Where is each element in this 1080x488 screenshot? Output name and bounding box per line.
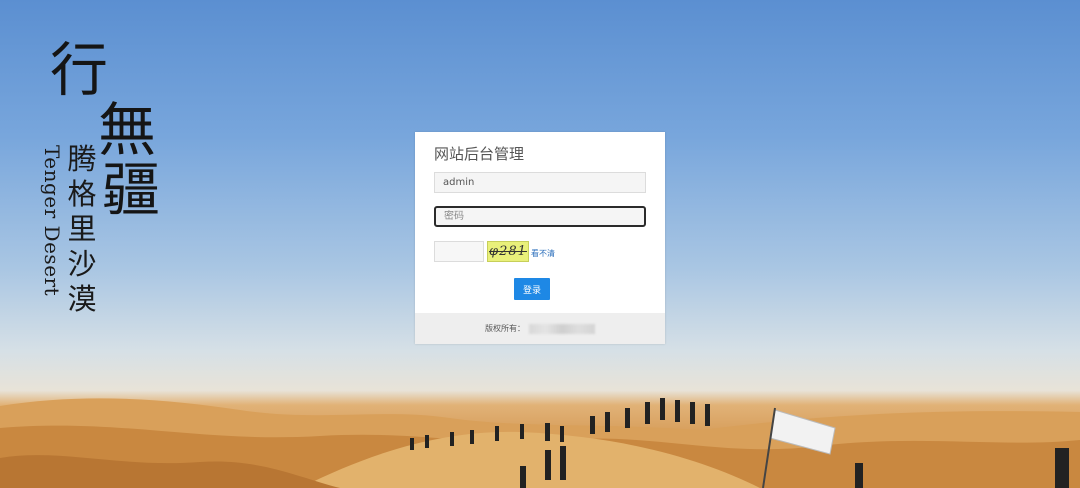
- copyright-label: 版权所有：: [485, 324, 525, 333]
- captcha-image[interactable]: φ281: [487, 241, 529, 262]
- captcha-input[interactable]: [434, 241, 484, 262]
- desert-name-char: 里: [67, 212, 97, 246]
- calligraphy-char: 無: [98, 96, 157, 164]
- desert-name-char: 沙: [67, 247, 97, 281]
- username-input[interactable]: [434, 172, 646, 193]
- hikers-silhouettes: [410, 398, 1069, 488]
- captcha-refresh-link[interactable]: 看不清: [531, 248, 555, 259]
- desert-name-char: 漠: [67, 282, 97, 316]
- desert-name-char: 腾: [67, 142, 97, 176]
- calligraphy-char: 疆: [102, 156, 161, 224]
- desert-chinese-name: 腾 格 里 沙 漠: [65, 142, 99, 317]
- login-title: 网站后台管理: [434, 145, 525, 163]
- desert-english-name: Tenger Desert: [40, 145, 64, 297]
- login-button[interactable]: 登录: [514, 278, 550, 300]
- password-input[interactable]: [434, 206, 646, 227]
- redacted-owner: [529, 323, 595, 334]
- calligraphy-char: 行: [50, 36, 109, 104]
- desert-name-char: 格: [67, 177, 97, 211]
- panel-footer: 版权所有：: [415, 313, 665, 344]
- login-panel: 网站后台管理 φ281 看不清 登录 版权所有：: [415, 132, 665, 344]
